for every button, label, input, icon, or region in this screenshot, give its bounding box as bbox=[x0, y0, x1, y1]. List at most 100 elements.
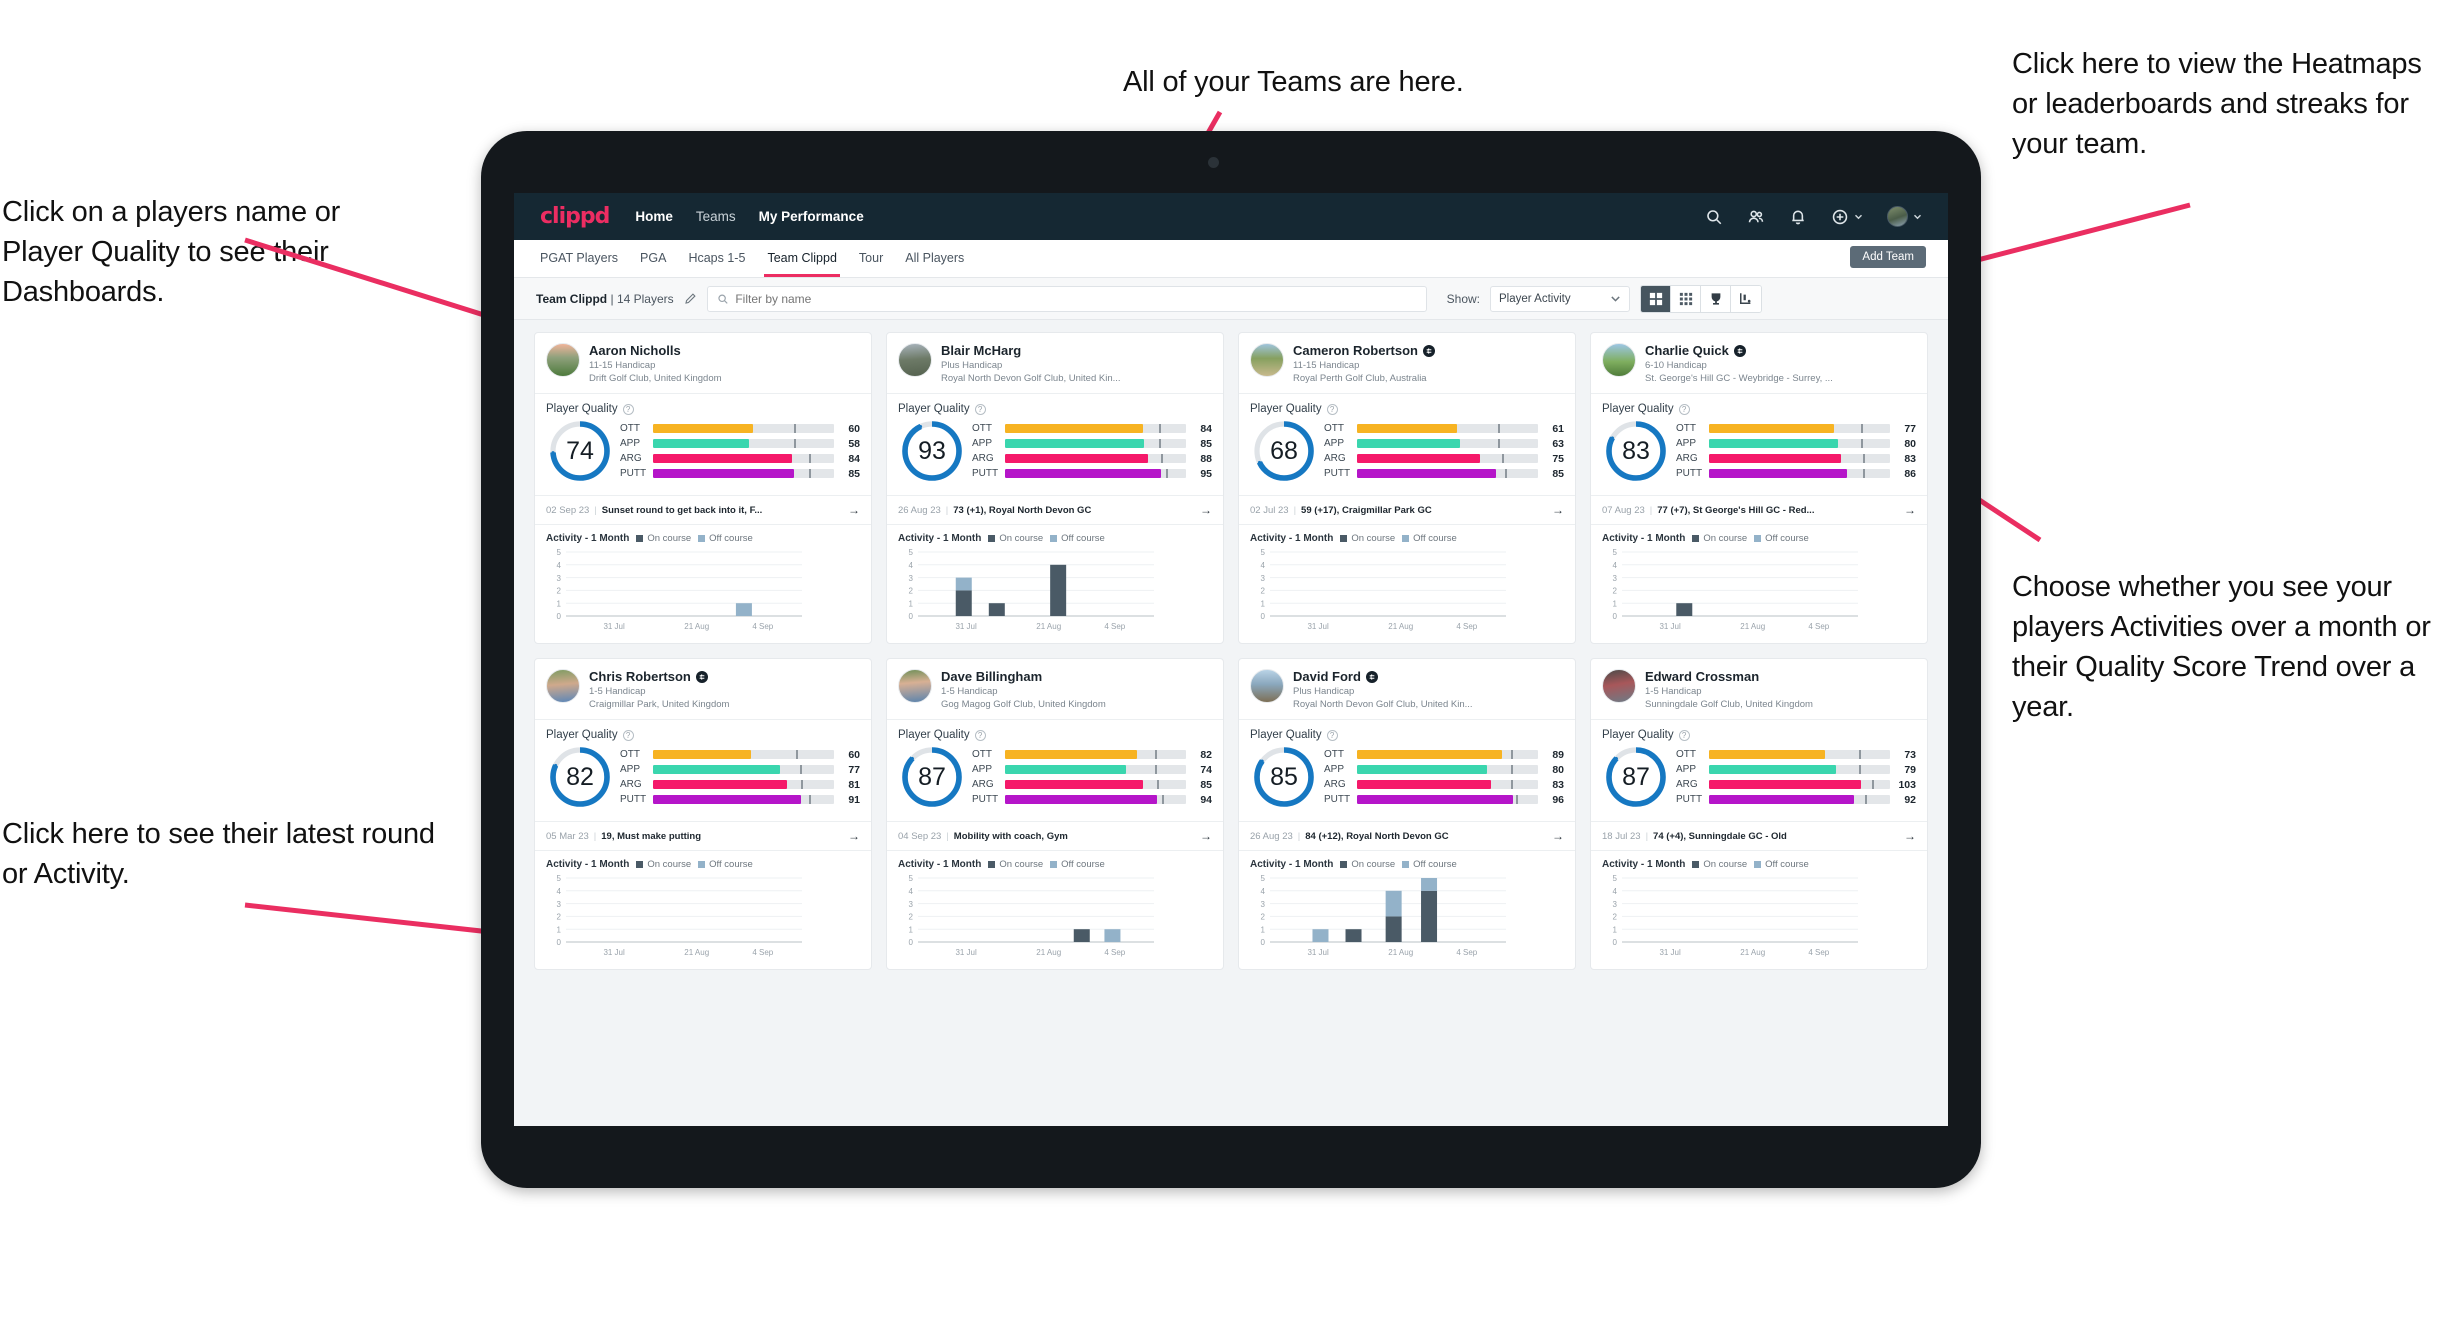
help-icon[interactable]: ? bbox=[622, 729, 634, 741]
clippd-logo[interactable]: clippd bbox=[540, 204, 610, 229]
nav-my-performance[interactable]: My Performance bbox=[759, 209, 864, 224]
round-arrow-icon[interactable]: → bbox=[848, 829, 860, 843]
tab-pga[interactable]: PGA bbox=[640, 251, 666, 267]
player-avatar[interactable] bbox=[898, 669, 932, 703]
round-arrow-icon[interactable]: → bbox=[1904, 503, 1916, 517]
quality-ring[interactable]: 93 bbox=[898, 417, 966, 485]
round-arrow-icon[interactable]: → bbox=[1552, 829, 1564, 843]
grid-small-view-button[interactable] bbox=[1671, 285, 1701, 312]
latest-round-row[interactable]: 26 Aug 23 | 84 (+12), Royal North Devon … bbox=[1239, 821, 1575, 851]
round-arrow-icon[interactable]: → bbox=[1552, 503, 1564, 517]
player-name[interactable]: Charlie Quick bbox=[1645, 343, 1729, 358]
quality-ring[interactable]: 87 bbox=[1602, 743, 1670, 811]
help-icon[interactable]: ? bbox=[1326, 403, 1338, 415]
search-box[interactable] bbox=[706, 285, 1427, 312]
latest-round-row[interactable]: 04 Sep 23 | Mobility with coach, Gym → bbox=[887, 821, 1223, 851]
player-quality-label[interactable]: Player Quality bbox=[1602, 729, 1674, 741]
player-card[interactable]: Aaron Nicholls 11-15 Handicap Drift Golf… bbox=[534, 332, 872, 644]
tab-tour[interactable]: Tour bbox=[859, 251, 883, 267]
nav-home[interactable]: Home bbox=[635, 209, 673, 224]
round-arrow-icon[interactable]: → bbox=[1200, 503, 1212, 517]
quality-ring[interactable]: 85 bbox=[1250, 743, 1318, 811]
help-icon[interactable]: ? bbox=[974, 403, 986, 415]
player-header[interactable]: Aaron Nicholls 11-15 Handicap Drift Golf… bbox=[535, 333, 871, 393]
nav-teams[interactable]: Teams bbox=[696, 209, 736, 224]
add-team-button[interactable]: Add Team bbox=[1850, 246, 1926, 268]
player-quality-label[interactable]: Player Quality bbox=[546, 403, 618, 415]
player-card[interactable]: Charlie Quick 6-10 Handicap St. George's… bbox=[1590, 332, 1928, 644]
player-avatar[interactable] bbox=[546, 343, 580, 377]
round-arrow-icon[interactable]: → bbox=[1200, 829, 1212, 843]
player-card[interactable]: Edward Crossman 1-5 Handicap Sunningdale… bbox=[1590, 658, 1928, 970]
player-quality-label[interactable]: Player Quality bbox=[1250, 403, 1322, 415]
player-card[interactable]: Cameron Robertson 11-15 Handicap Royal P… bbox=[1238, 332, 1576, 644]
tab-hcaps-1-5[interactable]: Hcaps 1-5 bbox=[688, 251, 745, 267]
leaderboard-view-button[interactable] bbox=[1701, 285, 1731, 312]
show-select[interactable]: Player Activity bbox=[1490, 285, 1630, 312]
player-header[interactable]: Chris Robertson 1-5 Handicap Craigmillar… bbox=[535, 659, 871, 719]
player-name[interactable]: David Ford bbox=[1293, 669, 1361, 684]
latest-round-row[interactable]: 02 Jul 23 | 59 (+17), Craigmillar Park G… bbox=[1239, 495, 1575, 525]
heatmap-view-button[interactable] bbox=[1731, 285, 1761, 312]
quality-ring[interactable]: 87 bbox=[898, 743, 966, 811]
player-name[interactable]: Chris Robertson bbox=[589, 669, 691, 684]
avatar[interactable] bbox=[1887, 206, 1908, 227]
create-menu[interactable] bbox=[1831, 208, 1863, 226]
player-header[interactable]: Dave Billingham 1-5 Handicap Gog Magog G… bbox=[887, 659, 1223, 719]
help-icon[interactable]: ? bbox=[1678, 403, 1690, 415]
player-quality-label[interactable]: Player Quality bbox=[898, 403, 970, 415]
tab-team-clippd[interactable]: Team Clippd bbox=[764, 251, 841, 277]
player-header[interactable]: Edward Crossman 1-5 Handicap Sunningdale… bbox=[1591, 659, 1927, 719]
round-arrow-icon[interactable]: → bbox=[1904, 829, 1916, 843]
player-avatar[interactable] bbox=[1250, 343, 1284, 377]
quality-ring[interactable]: 82 bbox=[546, 743, 614, 811]
player-name[interactable]: Blair McHarg bbox=[941, 343, 1021, 358]
search-icon[interactable] bbox=[1705, 208, 1723, 226]
latest-round-row[interactable]: 26 Aug 23 | 73 (+1), Royal North Devon G… bbox=[887, 495, 1223, 525]
search-input[interactable] bbox=[735, 291, 1417, 306]
player-quality-label[interactable]: Player Quality bbox=[1602, 403, 1674, 415]
player-avatar[interactable] bbox=[1602, 669, 1636, 703]
tab-all-players[interactable]: All Players bbox=[905, 251, 964, 267]
player-name[interactable]: Aaron Nicholls bbox=[589, 343, 681, 358]
tab-pgat-players[interactable]: PGAT Players bbox=[540, 251, 618, 267]
player-avatar[interactable] bbox=[898, 343, 932, 377]
grid-large-view-button[interactable] bbox=[1641, 285, 1671, 312]
bell-icon[interactable] bbox=[1789, 208, 1807, 226]
plus-circle-icon[interactable] bbox=[1831, 208, 1849, 226]
player-card[interactable]: Chris Robertson 1-5 Handicap Craigmillar… bbox=[534, 658, 872, 970]
player-card[interactable]: Blair McHarg Plus Handicap Royal North D… bbox=[886, 332, 1224, 644]
player-header[interactable]: Charlie Quick 6-10 Handicap St. George's… bbox=[1591, 333, 1927, 393]
help-icon[interactable]: ? bbox=[1678, 729, 1690, 741]
player-card[interactable]: David Ford Plus Handicap Royal North Dev… bbox=[1238, 658, 1576, 970]
player-quality-label[interactable]: Player Quality bbox=[546, 729, 618, 741]
player-quality-label[interactable]: Player Quality bbox=[898, 729, 970, 741]
latest-round-row[interactable]: 07 Aug 23 | 77 (+7), St George's Hill GC… bbox=[1591, 495, 1927, 525]
player-avatar[interactable] bbox=[1602, 343, 1636, 377]
quality-ring[interactable]: 74 bbox=[546, 417, 614, 485]
metric-label: OTT bbox=[620, 423, 640, 434]
quality-ring[interactable]: 68 bbox=[1250, 417, 1318, 485]
help-icon[interactable]: ? bbox=[974, 729, 986, 741]
people-icon[interactable] bbox=[1747, 208, 1765, 226]
player-avatar[interactable] bbox=[546, 669, 580, 703]
latest-round-row[interactable]: 02 Sep 23 | Sunset round to get back int… bbox=[535, 495, 871, 525]
profile-menu[interactable] bbox=[1887, 206, 1922, 227]
player-name[interactable]: Cameron Robertson bbox=[1293, 343, 1418, 358]
help-icon[interactable]: ? bbox=[1326, 729, 1338, 741]
latest-round-row[interactable]: 18 Jul 23 | 74 (+4), Sunningdale GC - Ol… bbox=[1591, 821, 1927, 851]
player-header[interactable]: Blair McHarg Plus Handicap Royal North D… bbox=[887, 333, 1223, 393]
round-arrow-icon[interactable]: → bbox=[848, 503, 860, 517]
help-icon[interactable]: ? bbox=[622, 403, 634, 415]
player-header[interactable]: Cameron Robertson 11-15 Handicap Royal P… bbox=[1239, 333, 1575, 393]
player-header[interactable]: David Ford Plus Handicap Royal North Dev… bbox=[1239, 659, 1575, 719]
metric-bar bbox=[653, 765, 834, 774]
player-avatar[interactable] bbox=[1250, 669, 1284, 703]
player-quality-label[interactable]: Player Quality bbox=[1250, 729, 1322, 741]
latest-round-row[interactable]: 05 Mar 23 | 19, Must make putting → bbox=[535, 821, 871, 851]
player-name[interactable]: Edward Crossman bbox=[1645, 669, 1759, 684]
quality-ring[interactable]: 83 bbox=[1602, 417, 1670, 485]
pencil-icon[interactable] bbox=[684, 292, 697, 305]
player-card[interactable]: Dave Billingham 1-5 Handicap Gog Magog G… bbox=[886, 658, 1224, 970]
player-name[interactable]: Dave Billingham bbox=[941, 669, 1042, 684]
